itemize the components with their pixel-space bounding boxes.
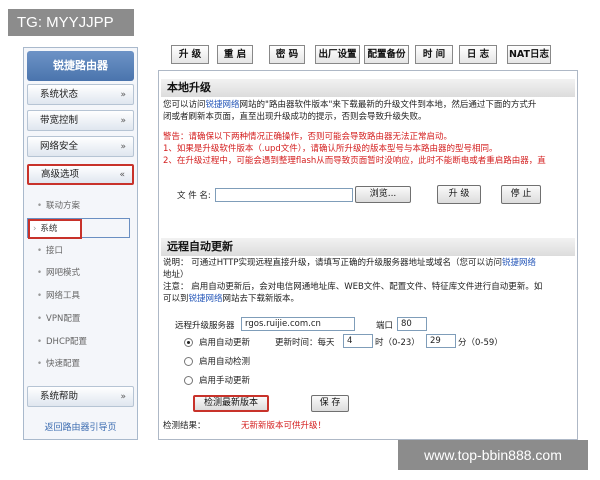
- sidebar-section-help[interactable]: 系统帮助 »: [27, 386, 134, 407]
- ruijie-link[interactable]: 锐捷网络: [206, 100, 240, 110]
- tab-password[interactable]: 密 码: [269, 45, 305, 64]
- back-to-guide-link[interactable]: 返回路由器引导页: [24, 420, 137, 433]
- sidebar-item-vpn[interactable]: • VPN配置: [27, 309, 134, 329]
- sidebar-section-bandwidth[interactable]: 带宽控制 »: [27, 110, 134, 131]
- ruijie-link[interactable]: 锐捷网络: [189, 294, 223, 304]
- watermark-top-left: TG: MYYJJPP: [8, 9, 134, 36]
- manual-update-label: 启用手动更新: [199, 376, 251, 386]
- radio-manual-update[interactable]: [184, 376, 193, 385]
- sidebar-section-system-status[interactable]: 系统状态 »: [27, 84, 134, 105]
- result-value: 无新新版本可供升级！: [241, 421, 327, 431]
- bullet-icon: •: [37, 201, 43, 211]
- file-path-input[interactable]: [215, 188, 353, 202]
- bullet-icon: •: [37, 246, 43, 256]
- browse-button[interactable]: 浏览...: [355, 186, 411, 203]
- watermark-bottom-right: www.top-bbin888.com: [398, 440, 588, 470]
- result-label: 检测结果：: [163, 421, 206, 431]
- server-input[interactable]: rgos.ruijie.com.cn: [241, 317, 355, 331]
- sidebar-section-network-security[interactable]: 网络安全 »: [27, 136, 134, 157]
- warning-item-2: 2、在升级过程中，可能会遇到整理flash从而导致页面暂时没响应，此时不能断电或…: [163, 156, 546, 166]
- description-text: 说明： 可通过HTTP实现远程直接升级，请填写正确的升级服务器地址或域名（您可以…: [163, 258, 502, 268]
- main-panel: 本地升级 您可以访问锐捷网络网站的"路由器软件版本"来下载最新的升级文件到本地，…: [158, 70, 578, 440]
- warning-text: 警告：请确保以下两种情况正确操作，否则可能会导致路由器无法正常启动。: [163, 132, 453, 142]
- section-title-local-upgrade: 本地升级: [161, 79, 575, 97]
- sidebar-item-label: 网络工具: [46, 291, 81, 301]
- local-upgrade-description: 您可以访问锐捷网络网站的"路由器软件版本"来下载最新的升级文件到本地，然后通过下…: [163, 99, 536, 111]
- sidebar-item-label: VPN配置: [46, 314, 81, 324]
- remote-update-note: 注意： 启用自动更新后，会对电信网通地址库、WEB文件、配置文件、特征库文件进行…: [163, 282, 543, 292]
- sidebar-item-interface[interactable]: • 接口: [27, 241, 134, 261]
- radio-auto-detect[interactable]: [184, 357, 193, 366]
- port-input[interactable]: 80: [397, 317, 427, 331]
- sidebar-item-label: 快速配置: [46, 359, 81, 369]
- sidebar-item-linkage[interactable]: • 联动方案: [27, 196, 134, 216]
- sidebar-title: 锐捷路由器: [27, 51, 134, 81]
- tab-factory-reset[interactable]: 出厂设置: [315, 45, 360, 64]
- bullet-icon: •: [37, 359, 43, 369]
- sidebar-section-label: 网络安全: [40, 141, 79, 152]
- file-name-label: 文 件 名:: [177, 191, 211, 201]
- hour-range-label: 时（0-23）: [375, 338, 420, 348]
- note-text: 网站去下载新版本。: [222, 294, 300, 304]
- tab-upgrade[interactable]: 升 级: [171, 45, 209, 64]
- tab-time[interactable]: 时 间: [415, 45, 453, 64]
- sidebar-item-network-tools[interactable]: • 网络工具: [27, 286, 134, 306]
- sidebar-item-label: DHCP配置: [46, 337, 88, 347]
- sidebar-item-label: 网吧模式: [46, 268, 81, 278]
- sidebar-item-label: 联动方案: [46, 201, 81, 211]
- remote-update-description: 说明： 可通过HTTP实现远程直接升级，请填写正确的升级服务器地址或域名（您可以…: [163, 257, 536, 269]
- sidebar-item-quick-config[interactable]: • 快速配置: [27, 354, 134, 374]
- chevron-down-icon: »: [120, 142, 126, 152]
- remote-update-note-2: 可以到锐捷网络网站去下载新版本。: [163, 293, 299, 305]
- detect-latest-version-button[interactable]: 检测最新版本: [193, 395, 269, 412]
- ruijie-link[interactable]: 锐捷网络: [502, 258, 536, 268]
- sidebar-section-advanced[interactable]: 高级选项 «: [27, 164, 134, 185]
- sidebar-item-system[interactable]: › 系统: [28, 219, 82, 239]
- sidebar-item-label: 接口: [46, 246, 64, 256]
- remote-update-description-2: 地址）: [163, 270, 189, 280]
- tab-config-backup[interactable]: 配置备份: [364, 45, 409, 64]
- section-title-remote-update: 远程自动更新: [161, 238, 575, 256]
- sidebar-item-dhcp[interactable]: • DHCP配置: [27, 332, 134, 352]
- note-text: 可以到: [163, 294, 189, 304]
- chevron-down-icon: »: [120, 392, 126, 402]
- bullet-icon: •: [37, 291, 43, 301]
- update-minute-input[interactable]: 29: [426, 334, 456, 348]
- chevron-down-icon: »: [120, 90, 126, 100]
- chevron-up-icon: «: [119, 170, 125, 180]
- update-hour-input[interactable]: 4: [343, 334, 373, 348]
- bullet-icon: •: [37, 337, 43, 347]
- description-text: 您可以访问: [163, 100, 206, 110]
- bullet-icon: •: [37, 314, 43, 324]
- sidebar: 锐捷路由器 系统状态 » 带宽控制 » 网络安全 » 高级选项 « • 联动方案 …: [23, 47, 138, 440]
- description-text: 网站的"路由器软件版本"来下载最新的升级文件到本地，然后通过下面的方式升: [239, 100, 537, 110]
- auto-detect-label: 启用自动检测: [199, 357, 251, 367]
- minute-range-label: 分（0-59）: [458, 338, 503, 348]
- stop-button[interactable]: 停 止: [501, 185, 541, 204]
- tab-restart[interactable]: 重 启: [217, 45, 253, 64]
- sidebar-section-label: 带宽控制: [40, 115, 79, 126]
- warning-item-1: 1、如果是升级软件版本（.upd文件），请确认所升级的版本型号与本路由器的型号相…: [163, 144, 498, 154]
- sidebar-section-label: 系统状态: [40, 89, 79, 100]
- local-upgrade-description-2: 闭或者刷新本页面，直至出现升级成功的提示，否则会导致升级失败。: [163, 112, 427, 122]
- bullet-icon: •: [37, 268, 43, 278]
- save-button[interactable]: 保 存: [311, 395, 349, 412]
- sidebar-item-netbar-mode[interactable]: • 网吧模式: [27, 263, 134, 283]
- radio-auto-update[interactable]: [184, 338, 193, 347]
- port-label: 端口: [376, 321, 394, 331]
- tab-log[interactable]: 日 志: [459, 45, 497, 64]
- server-label: 远程升级服务器: [175, 321, 235, 331]
- upgrade-button[interactable]: 升 级: [437, 185, 481, 204]
- chevron-down-icon: »: [120, 116, 126, 126]
- tab-nat-log[interactable]: NAT日志: [507, 45, 551, 64]
- arrow-right-icon: ›: [33, 224, 37, 234]
- update-time-label: 更新时间：每天: [275, 338, 335, 348]
- sidebar-section-label: 高级选项: [41, 169, 80, 180]
- auto-update-label: 启用自动更新: [199, 338, 251, 348]
- sidebar-section-label: 系统帮助: [40, 391, 79, 402]
- sidebar-item-label: 系统: [40, 224, 58, 234]
